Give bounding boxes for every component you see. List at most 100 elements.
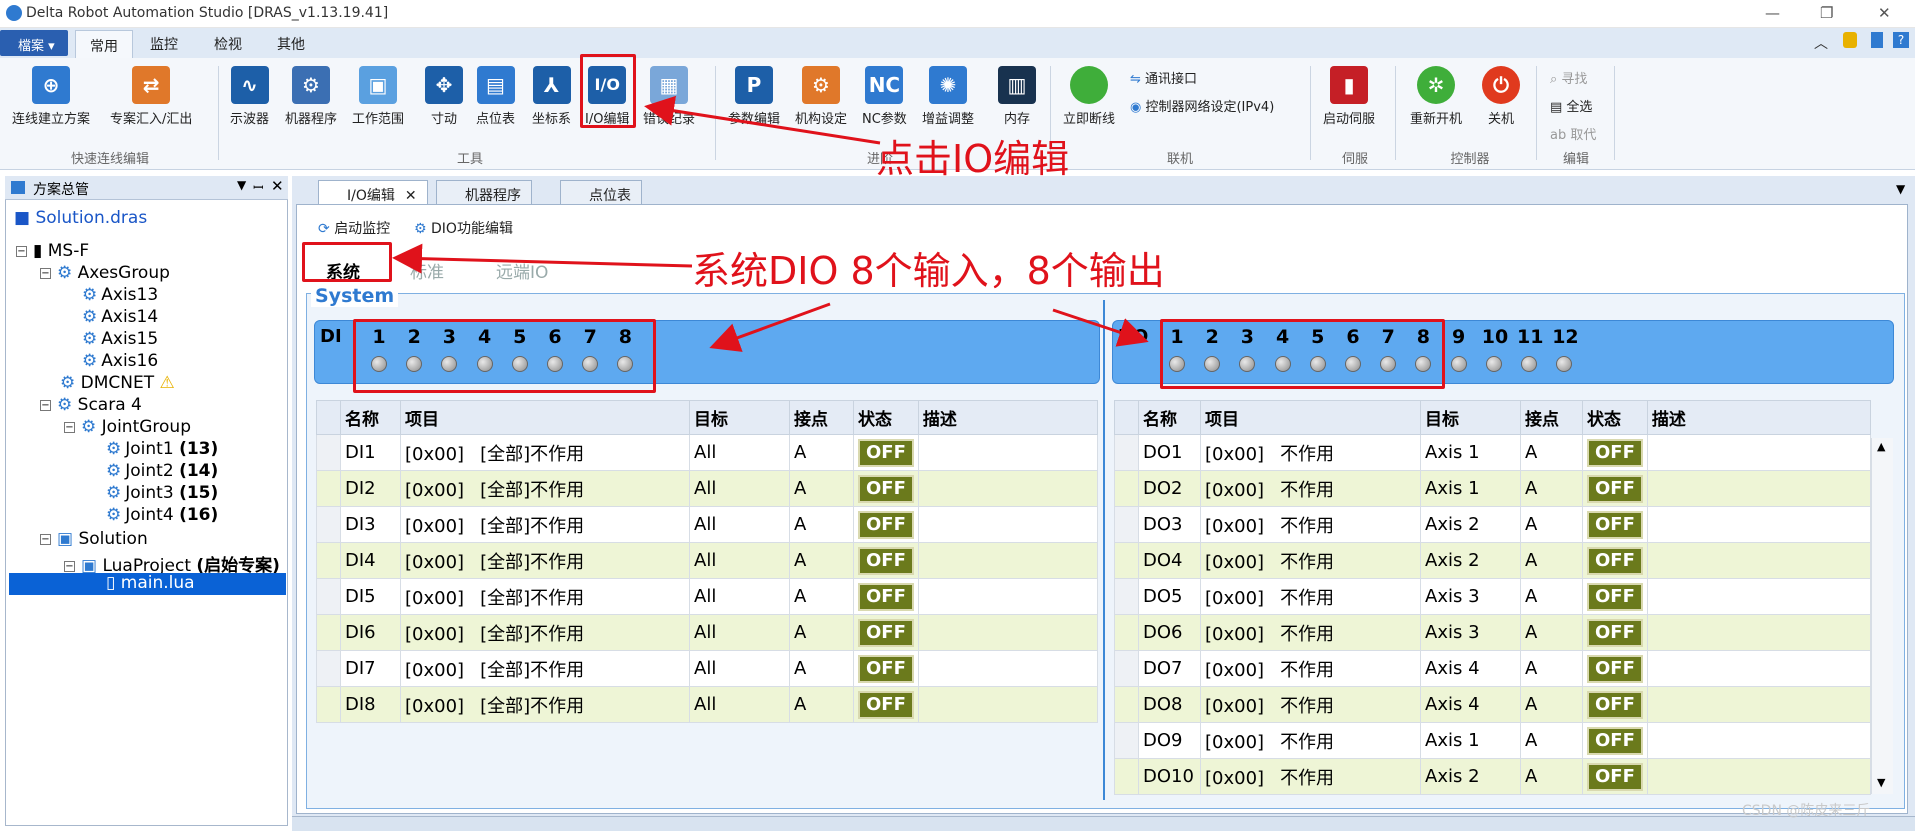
contact-cell[interactable]: A	[789, 506, 854, 543]
function-item-cell[interactable]: [0x00] [全部]不作用	[400, 578, 690, 615]
table-row[interactable]: DO10 [0x00] 不作用 Axis 2 A OFF	[1114, 758, 1872, 795]
function-item-cell[interactable]: [0x00] 不作用	[1200, 578, 1421, 615]
table-row[interactable]: DO7 [0x00] 不作用 Axis 4 A OFF	[1114, 650, 1872, 687]
description-cell[interactable]	[1646, 506, 1872, 543]
contact-cell[interactable]: A	[1520, 686, 1583, 723]
description-cell[interactable]	[917, 434, 1099, 471]
description-cell[interactable]	[1646, 542, 1872, 579]
contact-cell[interactable]: A	[1520, 470, 1583, 507]
contact-cell[interactable]: A	[789, 578, 854, 615]
col-item[interactable]: 项目	[1200, 400, 1421, 435]
tree-item-joint3[interactable]: ⚙ Joint3 (15)	[106, 483, 218, 503]
col-status[interactable]: 状态	[853, 400, 919, 435]
status-off-badge[interactable]: OFF	[1587, 762, 1643, 791]
function-item-cell[interactable]: [0x00] [全部]不作用	[400, 650, 690, 687]
target-cell[interactable]: Axis 1	[1420, 434, 1521, 471]
target-cell[interactable]: All	[689, 614, 790, 651]
table-row[interactable]: DI1 [0x00] [全部]不作用 All A OFF	[316, 434, 1099, 471]
row-header[interactable]	[316, 614, 341, 651]
ribbon-import-export[interactable]: ⇄ 专案汇入/汇出	[110, 66, 192, 127]
table-row[interactable]: DO1 [0x00] 不作用 Axis 1 A OFF	[1114, 434, 1872, 471]
tree-item-solution[interactable]: − ▣ Solution	[40, 529, 148, 549]
tab-view[interactable]: 检视	[214, 34, 242, 54]
description-cell[interactable]	[1646, 614, 1872, 651]
row-header[interactable]	[316, 506, 341, 543]
row-header[interactable]	[316, 686, 341, 723]
ribbon-replace[interactable]: ab 取代	[1550, 124, 1596, 143]
status-off-badge[interactable]: OFF	[858, 582, 914, 611]
tree-item-joint2[interactable]: ⚙ Joint2 (14)	[106, 461, 218, 481]
function-item-cell[interactable]: [0x00] 不作用	[1200, 686, 1421, 723]
row-header[interactable]	[316, 434, 341, 471]
ribbon-point-table[interactable]: ▤ 点位表	[476, 66, 515, 127]
tree-item-axis15[interactable]: ⚙ Axis15	[82, 329, 158, 349]
contact-cell[interactable]: A	[1520, 434, 1583, 471]
ribbon-coordinate[interactable]: ⅄ 坐标系	[532, 66, 571, 127]
collapse-icon[interactable]: −	[40, 267, 51, 279]
ribbon-comm-interface[interactable]: ⇋ 通讯接口	[1130, 68, 1197, 87]
ribbon-mechanism[interactable]: ⚙ 机构设定	[795, 66, 847, 127]
ribbon-find[interactable]: ⌕ 寻找	[1550, 68, 1587, 87]
function-item-cell[interactable]: [0x00] 不作用	[1200, 434, 1421, 471]
table-row[interactable]: DI3 [0x00] [全部]不作用 All A OFF	[316, 506, 1099, 543]
close-button[interactable]: ✕	[1878, 4, 1891, 22]
target-cell[interactable]: Axis 3	[1420, 614, 1521, 651]
status-off-badge[interactable]: OFF	[858, 438, 914, 467]
function-item-cell[interactable]: [0x00] 不作用	[1200, 470, 1421, 507]
description-cell[interactable]	[917, 578, 1099, 615]
ribbon-select-all[interactable]: ▤ 全选	[1550, 96, 1592, 115]
function-item-cell[interactable]: [0x00] 不作用	[1200, 758, 1421, 795]
function-item-cell[interactable]: [0x00] 不作用	[1200, 506, 1421, 543]
contact-cell[interactable]: A	[1520, 722, 1583, 759]
doc-tab-point-table[interactable]: 点位表	[560, 180, 642, 204]
ribbon-network-settings[interactable]: ◉ 控制器网络设定(IPv4)	[1130, 96, 1274, 115]
contact-cell[interactable]: A	[789, 470, 854, 507]
target-cell[interactable]: Axis 2	[1420, 758, 1521, 795]
ribbon-error-log[interactable]: ▦ 错误纪录	[643, 66, 695, 127]
row-header[interactable]	[1114, 650, 1139, 687]
ribbon-connect-solution[interactable]: ⊕ 连线建立方案	[12, 66, 90, 127]
ribbon-servo-on[interactable]: ▮ 启动伺服	[1323, 66, 1375, 127]
contact-cell[interactable]: A	[789, 542, 854, 579]
description-cell[interactable]	[1646, 650, 1872, 687]
col-target[interactable]: 目标	[689, 400, 790, 435]
tree-item-main-lua[interactable]: ▯ main.lua	[106, 573, 195, 593]
doc-tab-io-edit[interactable]: I/O编辑 ✕	[318, 180, 428, 204]
description-cell[interactable]	[917, 470, 1099, 507]
function-item-cell[interactable]: [0x00] 不作用	[1200, 542, 1421, 579]
function-item-cell[interactable]: [0x00] [全部]不作用	[400, 506, 690, 543]
function-item-cell[interactable]: [0x00] 不作用	[1200, 722, 1421, 759]
row-header[interactable]	[1114, 506, 1139, 543]
ribbon-machine-program[interactable]: ⚙ 机器程序	[285, 66, 337, 127]
col-description[interactable]: 描述	[1646, 400, 1872, 435]
target-cell[interactable]: Axis 1	[1420, 722, 1521, 759]
target-cell[interactable]: Axis 2	[1420, 506, 1521, 543]
status-off-badge[interactable]: OFF	[858, 474, 914, 503]
function-item-cell[interactable]: [0x00] [全部]不作用	[400, 686, 690, 723]
bottom-panel-tabs[interactable]	[292, 816, 1915, 831]
description-cell[interactable]	[1646, 686, 1872, 723]
row-header[interactable]	[316, 650, 341, 687]
target-cell[interactable]: All	[689, 542, 790, 579]
tree-item-dmcnet[interactable]: ⚙ DMCNET ⚠	[60, 373, 175, 393]
col-name[interactable]: 名称	[1138, 400, 1201, 435]
description-cell[interactable]	[917, 506, 1099, 543]
table-row[interactable]: DO5 [0x00] 不作用 Axis 3 A OFF	[1114, 578, 1872, 615]
tree-item-ms-f[interactable]: − ▮ MS-F	[16, 241, 89, 261]
collapse-icon[interactable]: −	[64, 421, 75, 433]
table-row[interactable]: DI5 [0x00] [全部]不作用 All A OFF	[316, 578, 1099, 615]
lock-icon[interactable]	[1843, 32, 1857, 48]
table-row[interactable]: DO8 [0x00] 不作用 Axis 4 A OFF	[1114, 686, 1872, 723]
tree-item-axes-group[interactable]: − ⚙ AxesGroup	[40, 263, 170, 283]
contact-cell[interactable]: A	[1520, 506, 1583, 543]
tab-list-icon[interactable]: ▼	[1896, 182, 1905, 196]
description-cell[interactable]	[917, 614, 1099, 651]
table-row[interactable]: DI8 [0x00] [全部]不作用 All A OFF	[316, 686, 1099, 723]
function-item-cell[interactable]: [0x00] [全部]不作用	[400, 470, 690, 507]
tree-item-axis16[interactable]: ⚙ Axis16	[82, 351, 158, 371]
description-cell[interactable]	[917, 650, 1099, 687]
row-header[interactable]	[1114, 434, 1139, 471]
contact-cell[interactable]: A	[789, 650, 854, 687]
collapse-icon[interactable]: −	[64, 560, 75, 572]
status-off-badge[interactable]: OFF	[858, 510, 914, 539]
